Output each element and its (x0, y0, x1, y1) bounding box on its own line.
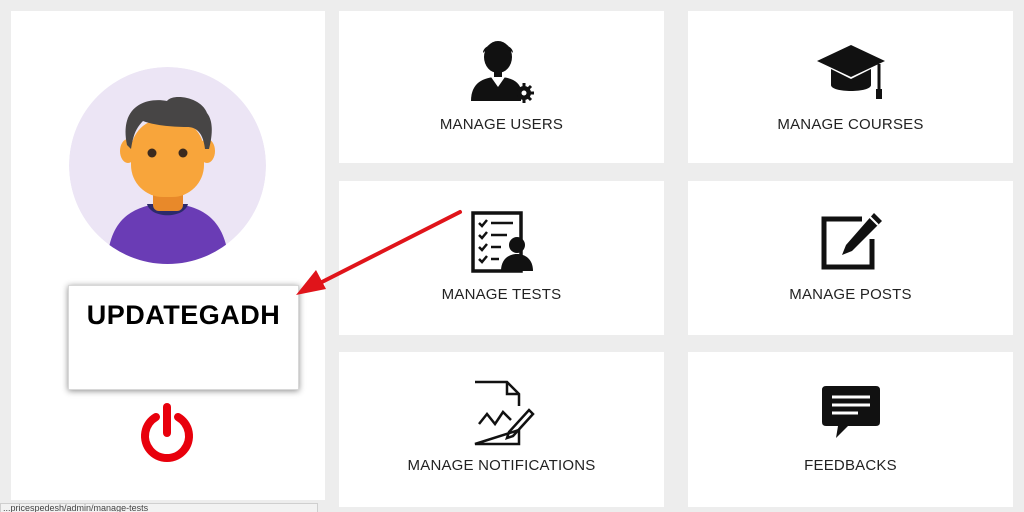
tile-label: MANAGE USERS (439, 116, 564, 133)
avatar (69, 67, 266, 264)
tile-manage-posts[interactable]: MANAGE POSTS (688, 181, 1013, 335)
tile-manage-users[interactable]: MANAGE USERS (339, 11, 664, 163)
graduation-cap-icon (816, 45, 885, 99)
tile-feedbacks[interactable]: FEEDBACKS (688, 352, 1013, 507)
feedback-chat-icon (821, 386, 880, 438)
avatar-icon (69, 67, 266, 264)
tile-label: FEEDBACKS (804, 457, 897, 474)
tile-label: MANAGE NOTIFICATIONS (407, 457, 596, 474)
tile-manage-notifications[interactable]: MANAGE NOTIFICATIONS (339, 352, 664, 507)
power-icon (141, 403, 193, 463)
tile-label: MANAGE COURSES (777, 116, 924, 133)
edit-post-icon (821, 213, 882, 270)
logout-button[interactable] (137, 403, 197, 463)
username-card: UPDATEGADH (68, 285, 299, 390)
test-checklist-icon (470, 211, 533, 273)
tile-manage-tests[interactable]: MANAGE TESTS (339, 181, 664, 335)
tile-label: MANAGE TESTS (441, 286, 562, 303)
profile-panel: UPDATEGADH (11, 11, 325, 500)
tile-manage-courses[interactable]: MANAGE COURSES (688, 11, 1013, 163)
status-bar-url: ...pricespedesh/admin/manage-tests (0, 503, 318, 512)
notification-document-icon (474, 380, 535, 446)
username-label: UPDATEGADH (86, 300, 281, 330)
tile-label: MANAGE POSTS (789, 286, 912, 303)
manage-users-icon (470, 41, 534, 103)
